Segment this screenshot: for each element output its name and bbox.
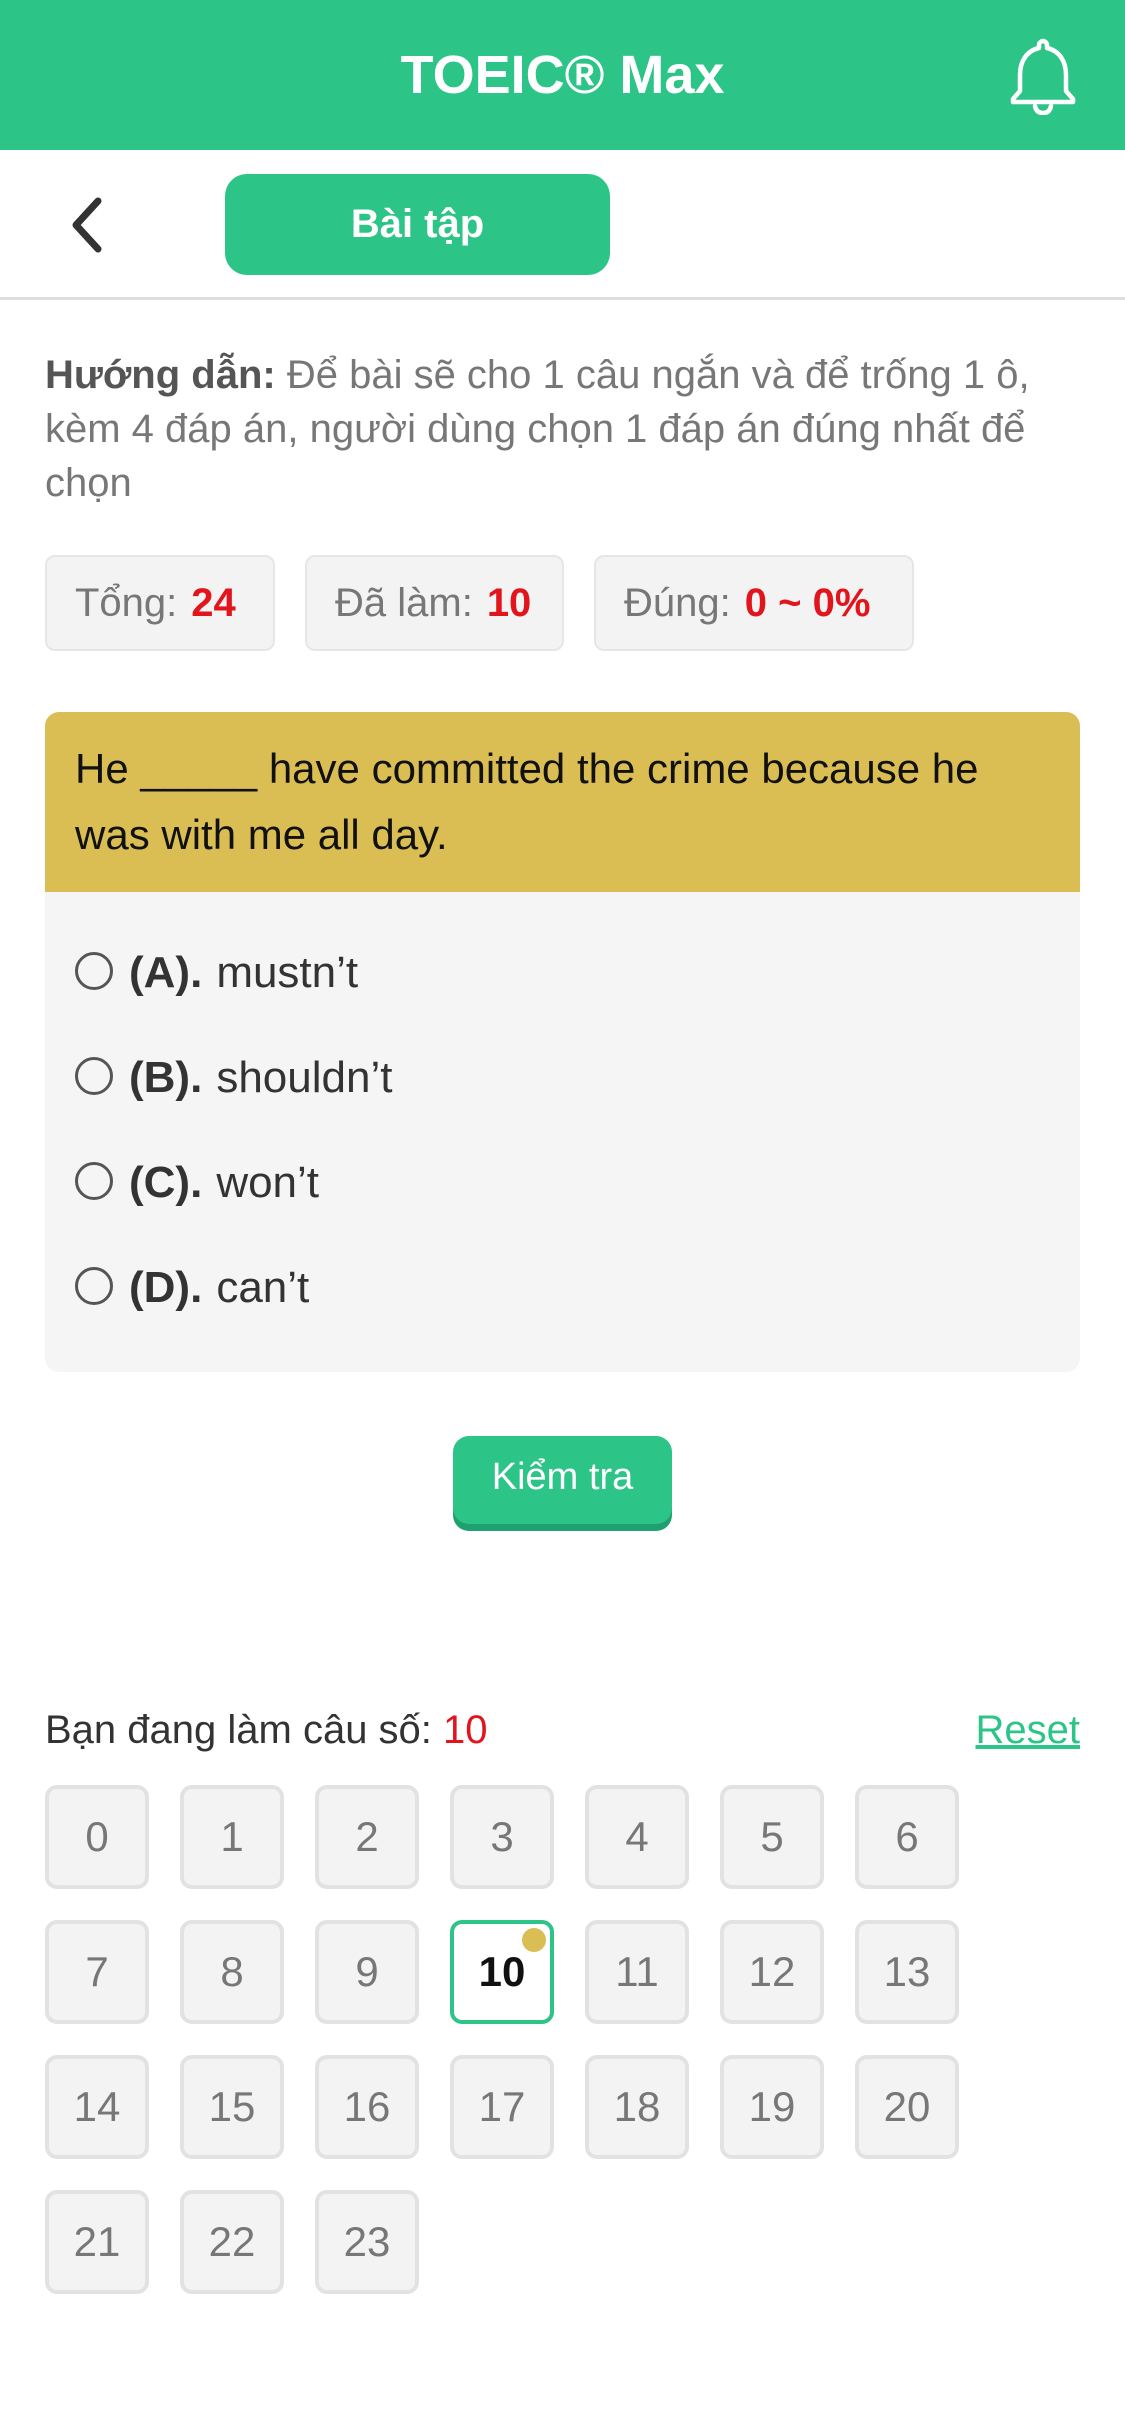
stat-done: Đã làm: 10 xyxy=(305,555,564,651)
sub-navigation: Bài tập xyxy=(0,150,1125,300)
instructions-label: Hướng dẫn: xyxy=(45,353,276,397)
question-number-button-current[interactable]: 10 xyxy=(450,1920,554,2024)
radio-icon[interactable] xyxy=(75,1057,113,1096)
stat-correct-label: Đúng: xyxy=(624,581,731,625)
question-number-button[interactable]: 17 xyxy=(450,2055,554,2159)
option-letter: (C). xyxy=(129,1158,203,1207)
option-text: mustn’t xyxy=(216,948,359,997)
question-number-button[interactable]: 4 xyxy=(585,1785,689,1889)
question-number-button[interactable]: 21 xyxy=(45,2190,149,2294)
stat-correct: Đúng: 0 ~ 0% xyxy=(594,555,914,651)
current-question-indicator: Bạn đang làm câu số: 10 xyxy=(45,1700,488,1760)
option-letter: (A). xyxy=(129,948,203,997)
top-bar: TOEIC® Max xyxy=(0,0,1125,150)
question-number-button[interactable]: 20 xyxy=(855,2055,959,2159)
option-text: can’t xyxy=(216,1263,310,1312)
radio-icon[interactable] xyxy=(75,1162,113,1201)
question-number-button[interactable]: 9 xyxy=(315,1920,419,2024)
current-marker-dot xyxy=(522,1928,546,1952)
stat-total-label: Tổng: xyxy=(75,581,178,625)
question-number-button[interactable]: 8 xyxy=(180,1920,284,2024)
stat-done-label: Đã làm: xyxy=(335,581,473,625)
current-question-number: 10 xyxy=(443,1708,488,1752)
back-chevron-icon[interactable] xyxy=(60,195,120,255)
question-number-button[interactable]: 7 xyxy=(45,1920,149,2024)
question-number-button[interactable]: 15 xyxy=(180,2055,284,2159)
instructions: Hướng dẫn: Để bài sẽ cho 1 câu ngắn và đ… xyxy=(45,348,1085,510)
question-number-button[interactable]: 12 xyxy=(720,1920,824,2024)
question-number-button[interactable]: 2 xyxy=(315,1785,419,1889)
question-number-button[interactable]: 23 xyxy=(315,2190,419,2294)
question-number-button[interactable]: 16 xyxy=(315,2055,419,2159)
stat-correct-value: 0 ~ 0% xyxy=(744,581,871,625)
option-c[interactable]: (C). won’t xyxy=(75,1148,319,1218)
question-number-button[interactable]: 18 xyxy=(585,2055,689,2159)
current-question-label: Bạn đang làm câu số: xyxy=(45,1708,432,1752)
check-answer-button[interactable]: Kiểm tra xyxy=(453,1436,672,1524)
stat-total-value: 24 xyxy=(191,581,236,625)
question-number-button[interactable]: 5 xyxy=(720,1785,824,1889)
stat-done-value: 10 xyxy=(486,581,532,625)
stat-total: Tổng: 24 xyxy=(45,555,275,651)
option-d[interactable]: (D). can’t xyxy=(75,1253,309,1323)
question-number-button[interactable]: 1 xyxy=(180,1785,284,1889)
option-text: shouldn’t xyxy=(216,1053,393,1102)
question-number-button[interactable]: 13 xyxy=(855,1920,959,2024)
bell-icon[interactable] xyxy=(1008,35,1078,116)
question-number-button[interactable]: 14 xyxy=(45,2055,149,2159)
tab-exercise[interactable]: Bài tập xyxy=(225,174,610,275)
radio-icon[interactable] xyxy=(75,952,113,991)
question-number-button[interactable]: 11 xyxy=(585,1920,689,2024)
option-a[interactable]: (A). mustn’t xyxy=(75,938,358,1008)
question-number-button[interactable]: 6 xyxy=(855,1785,959,1889)
option-b[interactable]: (B). shouldn’t xyxy=(75,1043,392,1113)
app-title: TOEIC® Max xyxy=(400,45,725,105)
option-letter: (B). xyxy=(129,1053,203,1102)
question-number-label: 10 xyxy=(478,1948,526,1995)
reset-link[interactable]: Reset xyxy=(960,1700,1081,1760)
option-letter: (D). xyxy=(129,1263,203,1312)
question-text: He _____ have committed the crime becaus… xyxy=(45,712,1080,892)
question-number-button[interactable]: 22 xyxy=(180,2190,284,2294)
radio-icon[interactable] xyxy=(75,1267,113,1306)
question-number-button[interactable]: 19 xyxy=(720,2055,824,2159)
option-text: won’t xyxy=(216,1158,320,1207)
question-card: He _____ have committed the crime becaus… xyxy=(45,712,1080,1372)
question-number-button[interactable]: 3 xyxy=(450,1785,554,1889)
question-number-button[interactable]: 0 xyxy=(45,1785,149,1889)
